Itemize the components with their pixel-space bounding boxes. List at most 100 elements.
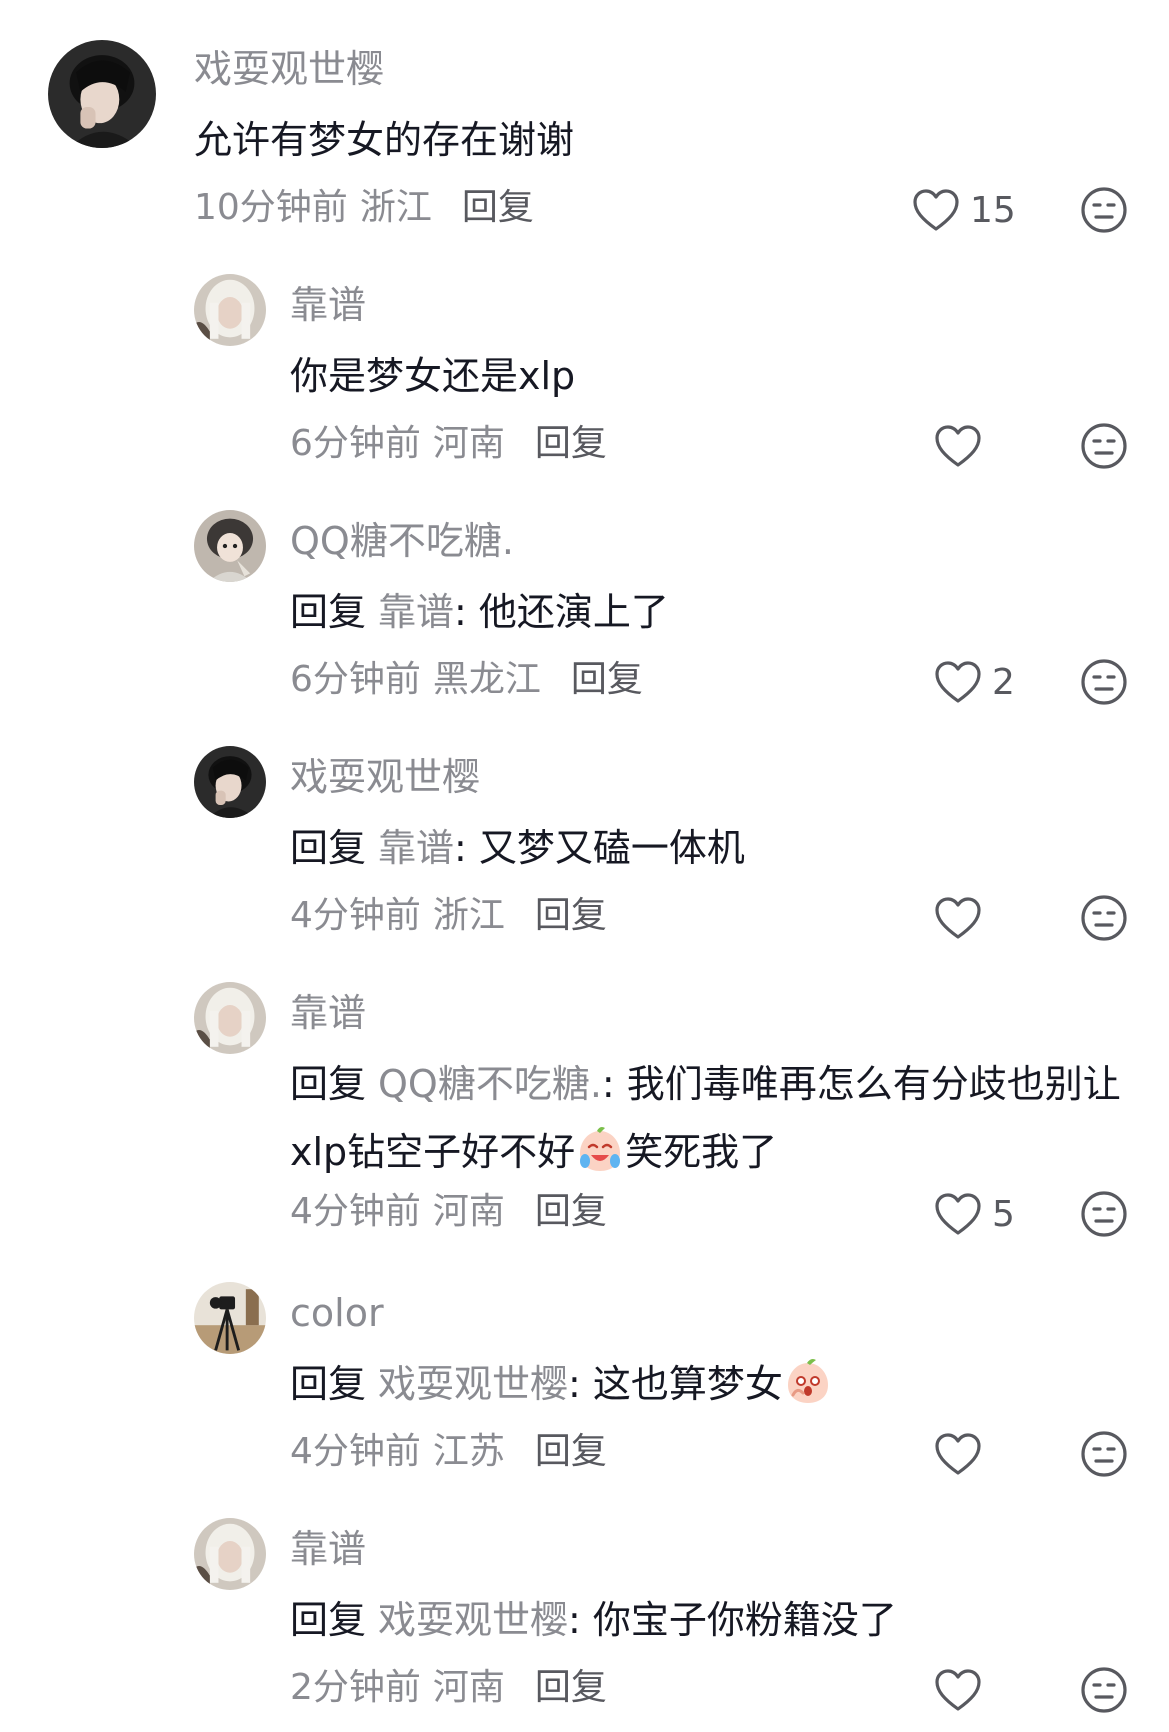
comment-username[interactable]: 戏耍观世樱 [194,46,384,92]
avatar[interactable] [194,982,266,1054]
comment-location: 河南 [432,423,505,464]
reply-button[interactable]: 回复 [571,659,643,700]
reply-item: 靠谱 你是梦女还是xlp 6分钟前 河南 回复 [0,260,1169,490]
meh-face-icon [1080,894,1128,942]
comment-text: 回复 戏耍观世樱: 这也算梦女 [290,1350,1169,1418]
dislike-button[interactable] [1080,894,1128,942]
mention-link[interactable]: 戏耍观世樱 [378,1598,568,1642]
comment-username[interactable]: 靠谱 [290,990,366,1036]
comment-username[interactable]: QQ糖不吃糖. [290,518,514,564]
like-button[interactable]: 5 [934,1190,1015,1238]
heart-outline-icon [934,1668,982,1712]
mention-link[interactable]: QQ糖不吃糖. [378,1062,602,1106]
reply-button[interactable]: 回复 [535,895,607,936]
reply-button[interactable]: 回复 [535,1191,607,1232]
heart-outline-icon [934,1432,982,1476]
comment-meta: 10分钟前 浙江 回复 [194,186,534,230]
comment-body: 你是梦女还是xlp [290,354,576,398]
comment-username[interactable]: 戏耍观世樱 [290,754,480,800]
mention-link[interactable]: 戏耍观世樱 [378,1362,568,1406]
comment-body: : 这也算梦女 [568,1362,783,1406]
comment-text: 回复 靠谱: 他还演上了 [290,578,1169,646]
like-button[interactable] [934,1430,992,1478]
comment-body: 允许有梦女的存在谢谢 [194,118,575,162]
like-button[interactable] [934,422,992,470]
heart-outline-icon [934,896,982,940]
comment-text: 回复 戏耍观世樱: 你宝子你粉籍没了 [290,1586,1169,1654]
mention-link[interactable]: 靠谱 [378,826,454,870]
reply-prefix: 回复 [290,826,367,870]
avatar[interactable] [194,1282,266,1354]
reply-button[interactable]: 回复 [462,187,534,228]
avatar[interactable] [194,510,266,582]
comment-body-tail: 笑死我了 [625,1130,778,1174]
reply-prefix: 回复 [290,590,367,634]
dislike-button[interactable] [1080,1666,1128,1714]
shocked-peach-emoji [783,1357,833,1407]
like-button[interactable]: 15 [912,186,1016,234]
comment-meta: 6分钟前 黑龙江 回复 [290,658,643,702]
comment-location: 河南 [432,1667,505,1708]
meh-face-icon [1080,1430,1128,1478]
like-button[interactable]: 2 [934,658,1015,706]
reply-item: 靠谱 回复 QQ糖不吃糖.: 我们毒唯再怎么有分歧也别让xlp钻空子好不好 笑死我了… [0,968,1169,1258]
heart-outline-icon [934,424,982,468]
heart-outline-icon [934,1192,982,1236]
comment-time: 4分钟前 [290,895,421,936]
comment-time: 4分钟前 [290,1191,421,1232]
heart-outline-icon [912,188,960,232]
comment-time: 10分钟前 [194,187,348,228]
dislike-button[interactable] [1080,186,1128,234]
avatar[interactable] [194,274,266,346]
meh-face-icon [1080,1666,1128,1714]
like-count: 15 [970,189,1016,231]
mention-link[interactable]: 靠谱 [378,590,454,634]
comment-location: 河南 [432,1191,505,1232]
comment-meta: 4分钟前 河南 回复 [290,1190,607,1234]
comment-meta: 4分钟前 浙江 回复 [290,894,607,938]
meh-face-icon [1080,658,1128,706]
dislike-button[interactable] [1080,658,1128,706]
reply-prefix: 回复 [290,1362,367,1406]
comment-location: 黑龙江 [432,659,541,700]
comment-time: 4分钟前 [290,1431,421,1472]
comment-username[interactable]: 靠谱 [290,282,366,328]
comment-username[interactable]: color [290,1290,384,1336]
comment-meta: 2分钟前 河南 回复 [290,1666,607,1710]
comment-username[interactable]: 靠谱 [290,1526,366,1572]
comment-time: 6分钟前 [290,659,421,700]
like-count: 2 [992,661,1015,703]
reply-item: 靠谱 回复 戏耍观世樱: 你宝子你粉籍没了 2分钟前 河南 回复 [0,1504,1169,1732]
like-button[interactable] [934,1666,992,1714]
comment-time: 2分钟前 [290,1667,421,1708]
dislike-button[interactable] [1080,1430,1128,1478]
avatar[interactable] [194,746,266,818]
reply-item: 戏耍观世樱 回复 靠谱: 又梦又磕一体机 4分钟前 浙江 回复 [0,732,1169,962]
like-button[interactable] [934,894,992,942]
dislike-button[interactable] [1080,1190,1128,1238]
comment-text: 回复 QQ糖不吃糖.: 我们毒唯再怎么有分歧也别让xlp钻空子好不好 笑死我了 [290,1050,1130,1186]
reply-prefix: 回复 [290,1062,367,1106]
meh-face-icon [1080,422,1128,470]
comment-body: : 他还演上了 [454,590,669,634]
comment-time: 6分钟前 [290,423,421,464]
reply-item: color 回复 戏耍观世樱: 这也算梦女 4分钟前 江苏 回复 [0,1268,1169,1498]
comment-location: 浙江 [432,895,505,936]
reply-button[interactable]: 回复 [535,1431,607,1472]
reply-button[interactable]: 回复 [535,423,607,464]
meh-face-icon [1080,1190,1128,1238]
dislike-button[interactable] [1080,422,1128,470]
avatar[interactable] [194,1518,266,1590]
comment-meta: 4分钟前 江苏 回复 [290,1430,607,1474]
comment-text: 你是梦女还是xlp [290,342,1169,410]
comment-body: : 又梦又磕一体机 [454,826,745,870]
crying-laughing-peach-emoji [575,1125,625,1175]
like-count: 5 [992,1193,1015,1235]
reply-button[interactable]: 回复 [535,1667,607,1708]
reply-prefix: 回复 [290,1598,367,1642]
comment-location: 江苏 [432,1431,505,1472]
comment-location: 浙江 [359,187,432,228]
comment-meta: 6分钟前 河南 回复 [290,422,607,466]
comment-text: 允许有梦女的存在谢谢 [194,106,1074,174]
avatar[interactable] [48,40,156,148]
